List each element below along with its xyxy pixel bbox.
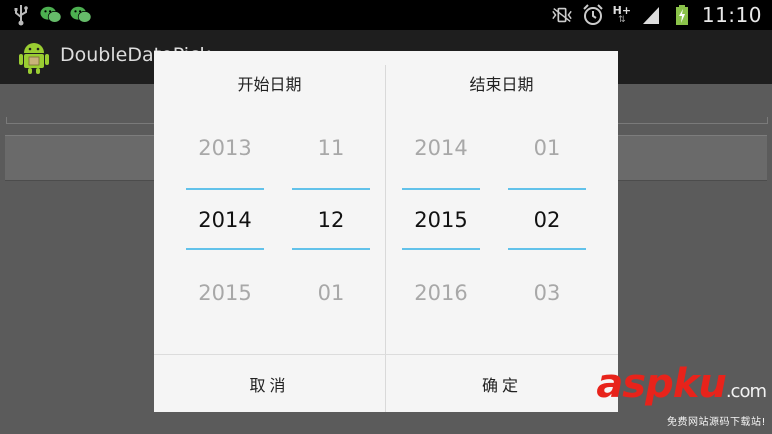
end-year-next[interactable]: 2016: [402, 281, 480, 305]
selection-line: [402, 248, 480, 250]
android-app-icon: [16, 39, 52, 75]
selection-line: [186, 188, 264, 190]
watermark-tagline: 免费网站源码下载站!: [666, 417, 766, 428]
end-month-prev[interactable]: 01: [508, 136, 586, 160]
start-month-picker[interactable]: 11 12 01: [292, 51, 370, 354]
date-range-dialog: 开始日期 2013 2014 2015 11 12 01 结束日期 2014 2…: [154, 51, 618, 412]
wechat-icon: [40, 4, 62, 26]
selection-line: [402, 188, 480, 190]
start-year-current[interactable]: 2014: [186, 208, 264, 232]
status-bar: H+ ⇅ 11:10: [0, 0, 772, 30]
selection-line: [292, 248, 370, 250]
watermark-logo-suffix: .com: [725, 381, 767, 402]
start-month-prev[interactable]: 11: [292, 136, 370, 160]
end-date-panel: 结束日期 2014 2015 2016 01 02 03: [386, 51, 617, 354]
end-year-current[interactable]: 2015: [402, 208, 480, 232]
start-year-next[interactable]: 2015: [186, 281, 264, 305]
alarm-icon: [582, 4, 604, 26]
watermark-logo: aspku.com: [596, 361, 767, 412]
dialog-button-bar: 取消 确定: [154, 354, 618, 413]
signal-icon: [640, 4, 662, 26]
end-month-next[interactable]: 03: [508, 281, 586, 305]
watermark: aspku.com 免费网站源码下载站!: [596, 361, 767, 428]
start-year-prev[interactable]: 2013: [186, 136, 264, 160]
battery-icon: [671, 4, 693, 26]
vibrate-icon: [551, 4, 573, 26]
network-icon: H+ ⇅: [612, 4, 632, 25]
selection-line: [186, 248, 264, 250]
end-year-prev[interactable]: 2014: [402, 136, 480, 160]
start-month-current[interactable]: 12: [292, 208, 370, 232]
watermark-logo-text: aspku: [596, 361, 727, 407]
end-month-current[interactable]: 02: [508, 208, 586, 232]
wechat-icon: [70, 4, 92, 26]
end-year-picker[interactable]: 2014 2015 2016: [402, 51, 480, 354]
start-date-panel: 开始日期 2013 2014 2015 11 12 01: [154, 51, 385, 354]
confirm-button[interactable]: 确定: [386, 355, 618, 413]
start-year-picker[interactable]: 2013 2014 2015: [186, 51, 264, 354]
start-month-next[interactable]: 01: [292, 281, 370, 305]
selection-line: [292, 188, 370, 190]
cancel-button[interactable]: 取消: [154, 355, 385, 413]
selection-line: [508, 188, 586, 190]
selection-line: [508, 248, 586, 250]
clock-time: 11:10: [701, 3, 762, 27]
end-month-picker[interactable]: 01 02 03: [508, 51, 586, 354]
usb-icon: [10, 4, 32, 26]
